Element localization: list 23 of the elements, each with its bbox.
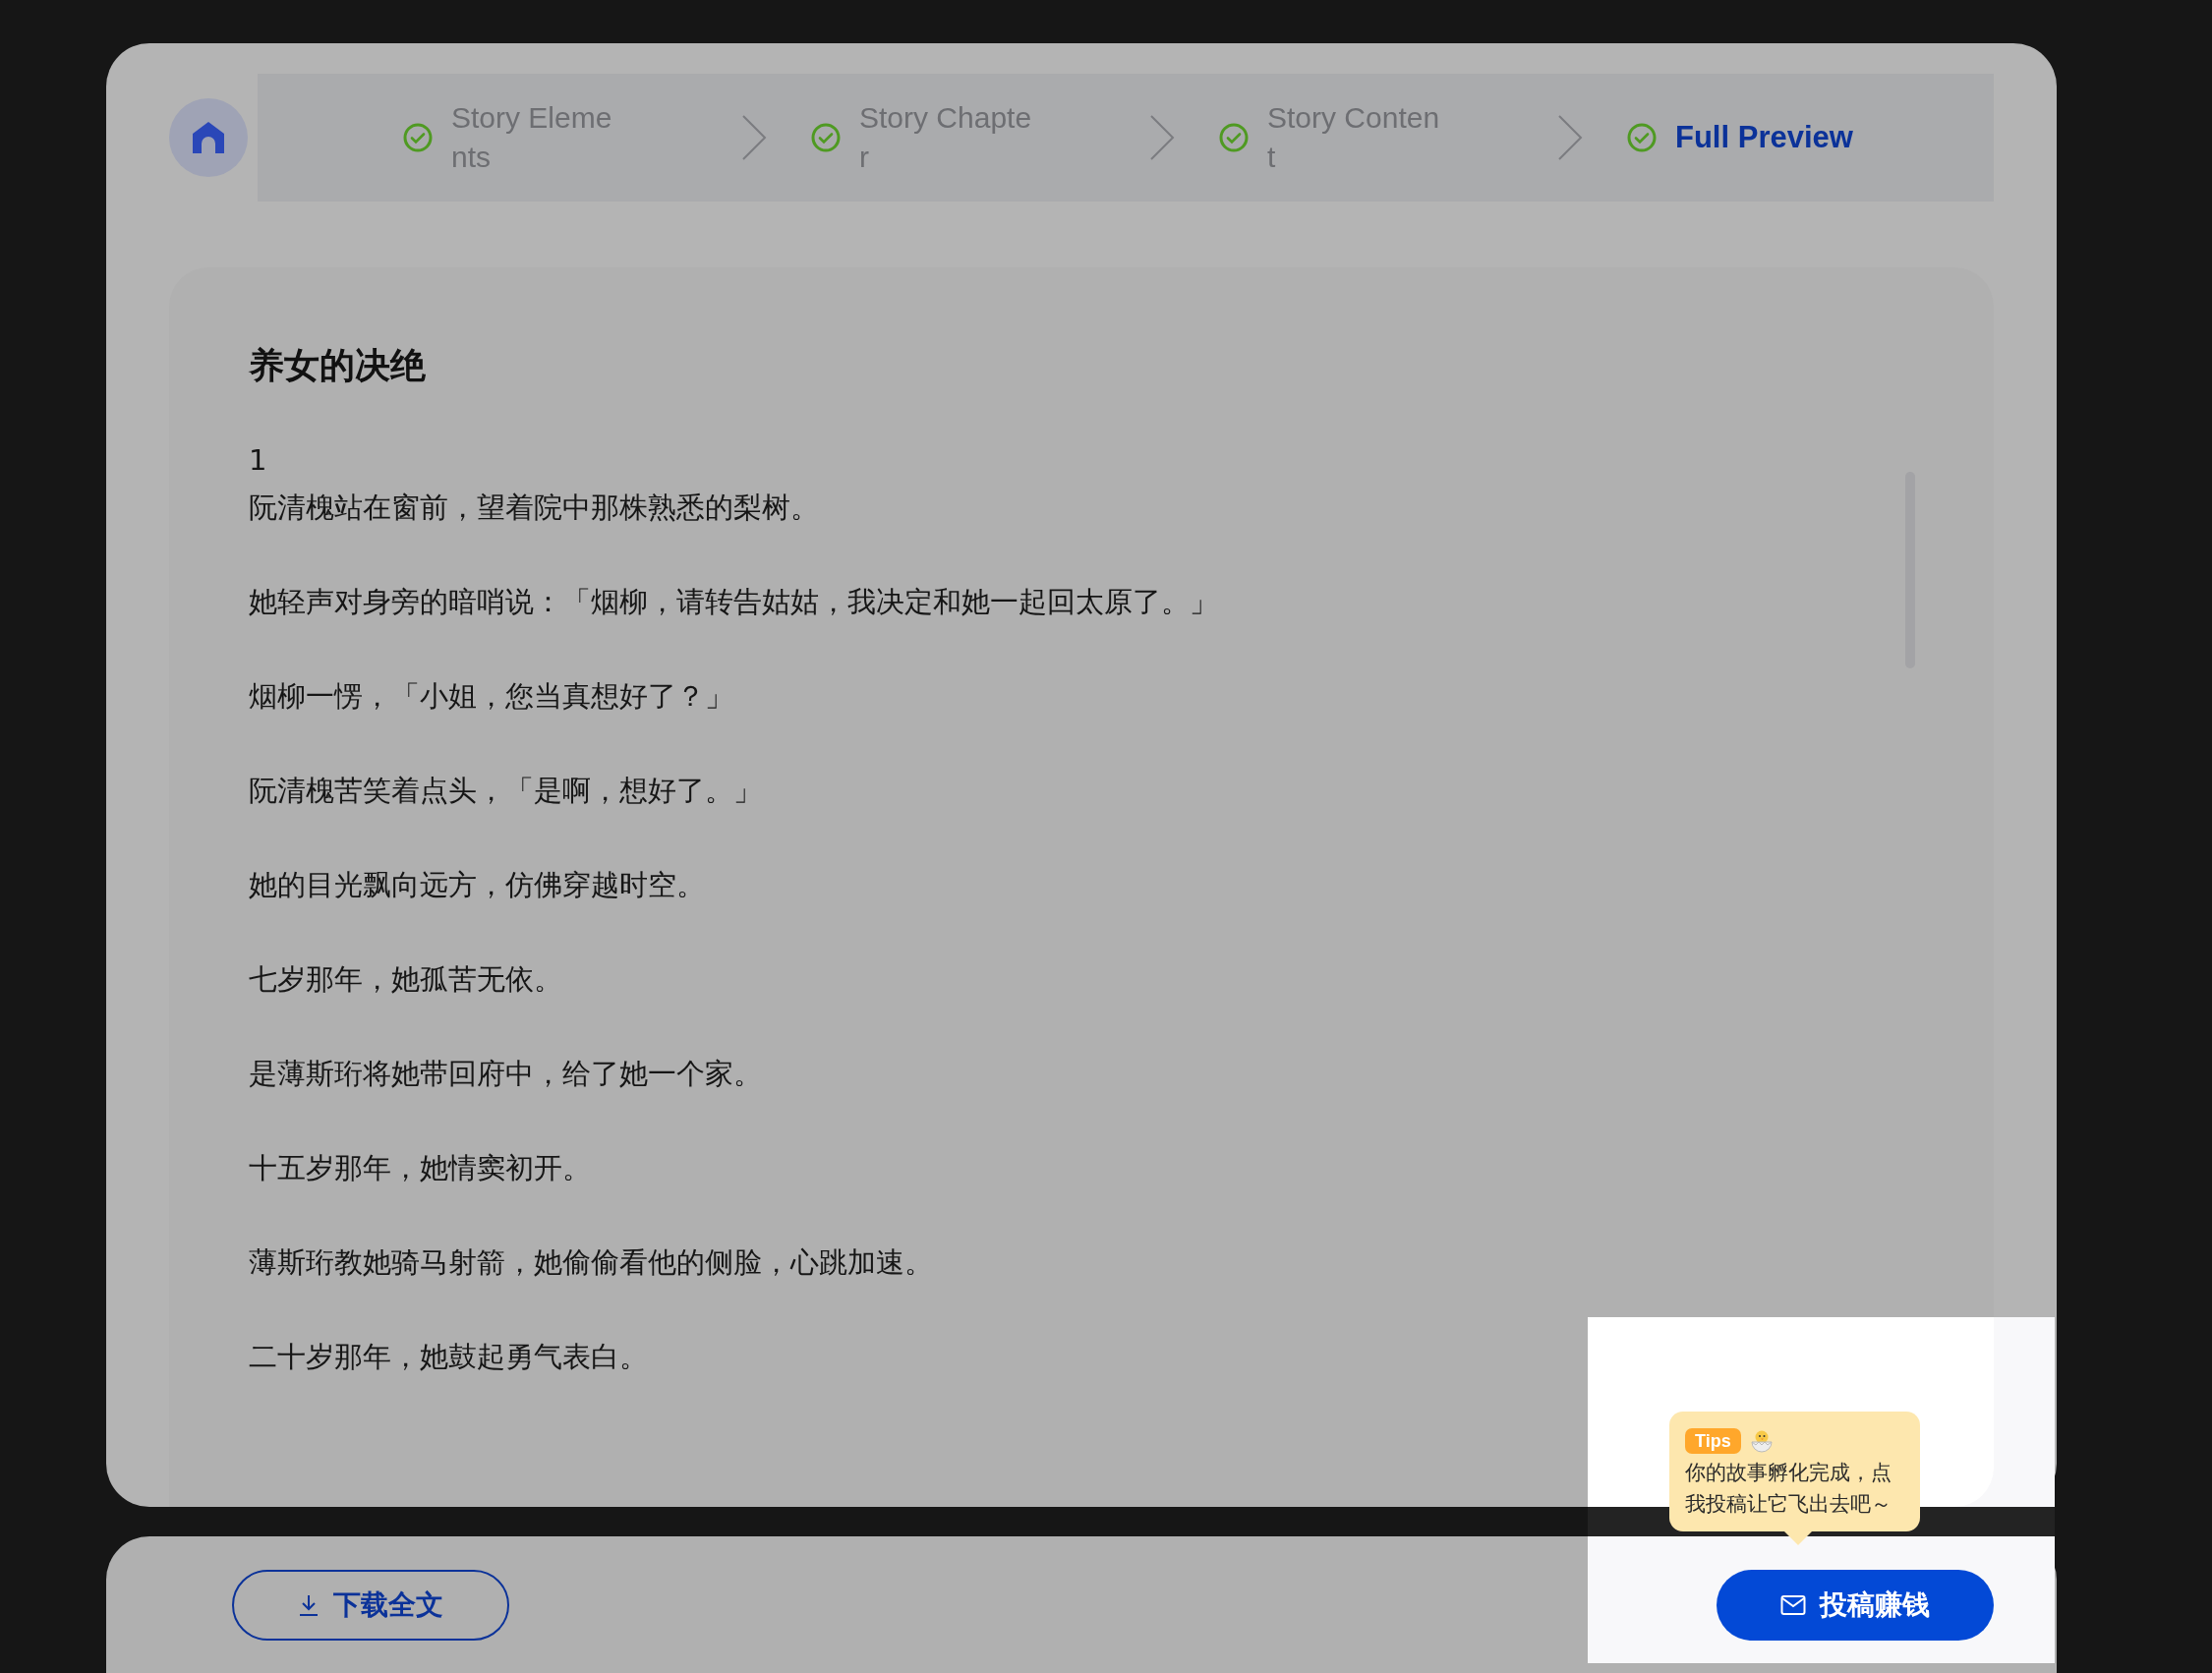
download-icon (298, 1592, 320, 1617)
download-button[interactable]: 下载全文 (232, 1569, 509, 1641)
story-text: 她轻声对身旁的暗哨说：「烟柳，请转告姑姑，我决定和她一起回太原了。」 (249, 584, 1218, 620)
story-text: 烟柳一愣，「小姐，您当真想好了？」 (249, 678, 733, 715)
envelope-icon (1780, 1593, 1806, 1616)
story-text: 她的目光飘向远方，仿佛穿越时空。 (249, 867, 705, 903)
step-tab[interactable]: Full Preview (1675, 118, 1921, 157)
submit-button[interactable]: 投稿赚钱 (1717, 1569, 1994, 1641)
story-title: 养女的决绝 (249, 344, 427, 387)
chick-icon (1748, 1428, 1775, 1454)
chevron-right-icon (740, 113, 768, 162)
story-text: 十五岁那年，她情窦初开。 (249, 1150, 591, 1186)
chevron-right-icon (1556, 113, 1584, 162)
story-text: 阮清槐苦笑着点头，「是啊，想好了。」 (249, 773, 762, 809)
story-text: 二十岁那年，她鼓起勇气表白。 (249, 1339, 648, 1375)
tips-label: Tips (1685, 1428, 1741, 1454)
tooltip-text: 你的故事孵化完成，点我投稿让它飞出去吧～ (1685, 1460, 1892, 1518)
story-text: 七岁那年，她孤苦无依。 (249, 961, 562, 998)
chevron-right-icon (1148, 113, 1176, 162)
story-text: 1 (249, 442, 267, 479)
story-text: 阮清槐站在窗前，望着院中那株熟悉的梨树。 (249, 490, 819, 526)
story-text: 薄斯珩教她骑马射箭，她偷偷看他的侧脸，心跳加速。 (249, 1244, 933, 1281)
story-text: 是薄斯珩将她带回府中，给了她一个家。 (249, 1056, 762, 1092)
